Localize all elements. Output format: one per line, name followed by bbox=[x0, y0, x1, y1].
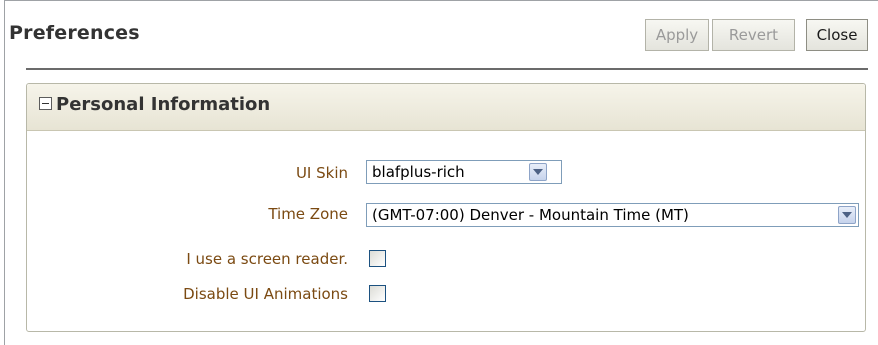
chevron-down-icon[interactable] bbox=[529, 163, 547, 181]
time-zone-label: Time Zone bbox=[268, 205, 348, 223]
close-button[interactable]: Close bbox=[806, 19, 868, 51]
time-zone-value: (GMT-07:00) Denver - Mountain Time (MT) bbox=[372, 206, 689, 224]
section-title: Personal Information bbox=[56, 94, 271, 115]
title-divider bbox=[26, 68, 868, 70]
disable-animations-label: Disable UI Animations bbox=[183, 285, 348, 303]
section-header[interactable]: Personal Information bbox=[27, 84, 865, 131]
apply-button[interactable]: Apply bbox=[645, 19, 709, 51]
disable-animations-checkbox[interactable] bbox=[369, 285, 386, 302]
collapse-minus-icon[interactable] bbox=[39, 97, 52, 110]
ui-skin-label: UI Skin bbox=[295, 164, 348, 182]
ui-skin-select[interactable]: blafplus-rich bbox=[366, 160, 562, 184]
time-zone-select[interactable]: (GMT-07:00) Denver - Mountain Time (MT) bbox=[366, 203, 859, 227]
chevron-down-icon[interactable] bbox=[838, 206, 856, 224]
page-title: Preferences bbox=[9, 22, 140, 44]
revert-button[interactable]: Revert bbox=[712, 19, 795, 51]
ui-skin-value: blafplus-rich bbox=[372, 163, 465, 181]
screen-reader-label: I use a screen reader. bbox=[186, 250, 348, 268]
screen-reader-checkbox[interactable] bbox=[369, 250, 386, 267]
